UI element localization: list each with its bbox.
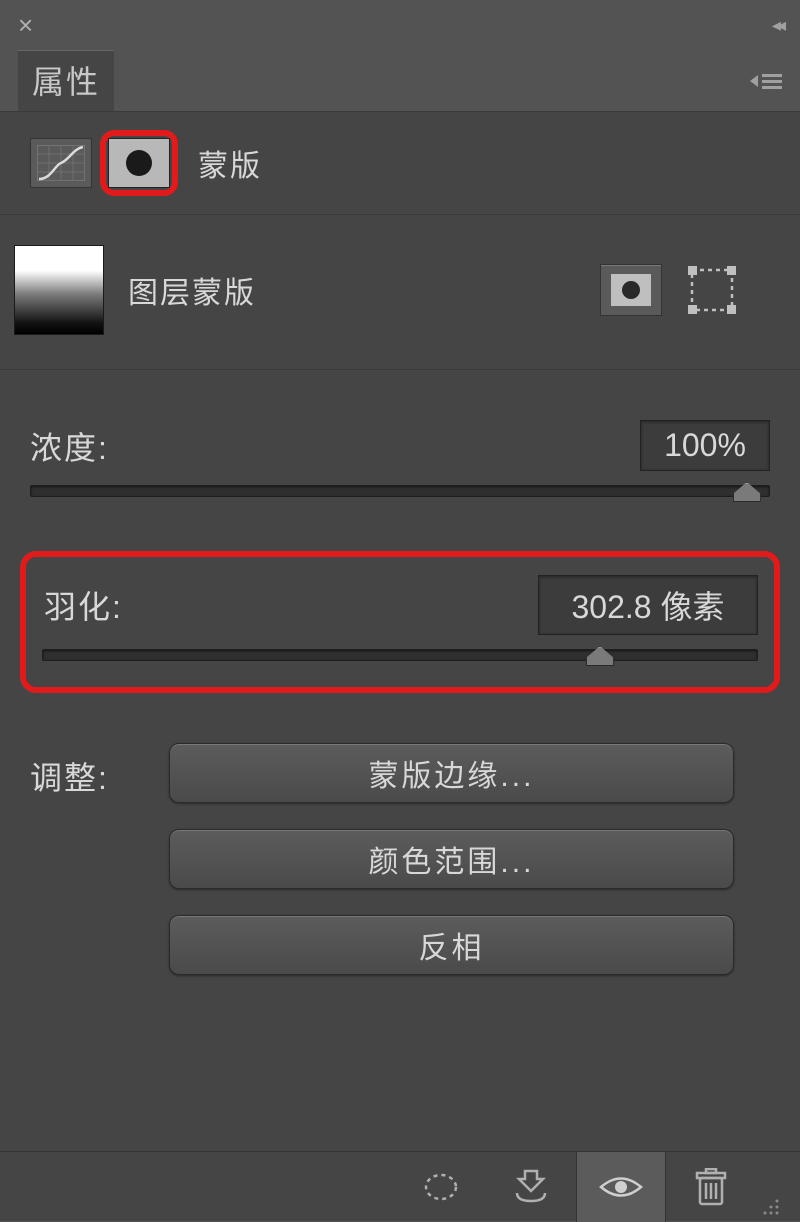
- pixel-mask-button[interactable]: [600, 264, 662, 316]
- color-range-button[interactable]: 颜色范围...: [169, 829, 734, 889]
- feather-label: 羽化:: [42, 582, 123, 628]
- vector-mask-button[interactable]: [686, 264, 738, 316]
- collapse-panel-icon[interactable]: ◂◂: [772, 15, 782, 36]
- adjust-label: 调整:: [30, 743, 109, 799]
- feather-control: 羽化: 302.8 像素: [42, 575, 758, 661]
- density-label: 浓度:: [30, 423, 109, 469]
- delete-mask-icon[interactable]: [666, 1152, 756, 1222]
- panel-menu-icon[interactable]: [750, 71, 782, 91]
- feather-highlight: 羽化: 302.8 像素: [20, 551, 780, 693]
- density-value-field[interactable]: 100%: [640, 420, 770, 471]
- mask-edge-button[interactable]: 蒙版边缘...: [169, 743, 734, 803]
- feather-value-field[interactable]: 302.8 像素: [538, 575, 758, 635]
- apply-mask-icon[interactable]: [486, 1152, 576, 1222]
- mask-type-label: 图层蒙版: [128, 268, 256, 312]
- density-slider-handle[interactable]: [733, 482, 761, 502]
- pixel-mask-icon: [622, 281, 640, 299]
- panel-title-tab[interactable]: 属性: [18, 50, 114, 111]
- panel-top-bar: × ◂◂: [0, 0, 800, 50]
- adjust-section: 调整: 蒙版边缘... 颜色范围... 反相: [0, 743, 800, 995]
- panel-footer: [0, 1151, 800, 1221]
- adjustment-tab[interactable]: [30, 138, 92, 188]
- invert-button[interactable]: 反相: [169, 915, 734, 975]
- mask-type-section: 蒙版: [0, 112, 800, 215]
- resize-grip-icon[interactable]: [756, 1152, 782, 1222]
- sliders-section: 浓度: 100% 羽化: 302.8 像素: [0, 370, 800, 743]
- density-slider[interactable]: [30, 485, 770, 497]
- toggle-visibility-icon[interactable]: [576, 1152, 666, 1222]
- feather-slider-handle[interactable]: [586, 646, 614, 666]
- mask-tab[interactable]: [108, 138, 170, 188]
- mask-icon: [126, 150, 152, 176]
- mask-thumbnail[interactable]: [14, 245, 104, 335]
- close-icon[interactable]: ×: [18, 10, 33, 41]
- panel-tab-row: 属性: [0, 50, 800, 112]
- feather-slider[interactable]: [42, 649, 758, 661]
- mask-tab-highlight: [100, 130, 178, 196]
- mask-info-row: 图层蒙版: [0, 215, 800, 370]
- density-control: 浓度: 100%: [30, 420, 770, 497]
- load-selection-icon[interactable]: [396, 1152, 486, 1222]
- mask-tab-label: 蒙版: [198, 141, 262, 185]
